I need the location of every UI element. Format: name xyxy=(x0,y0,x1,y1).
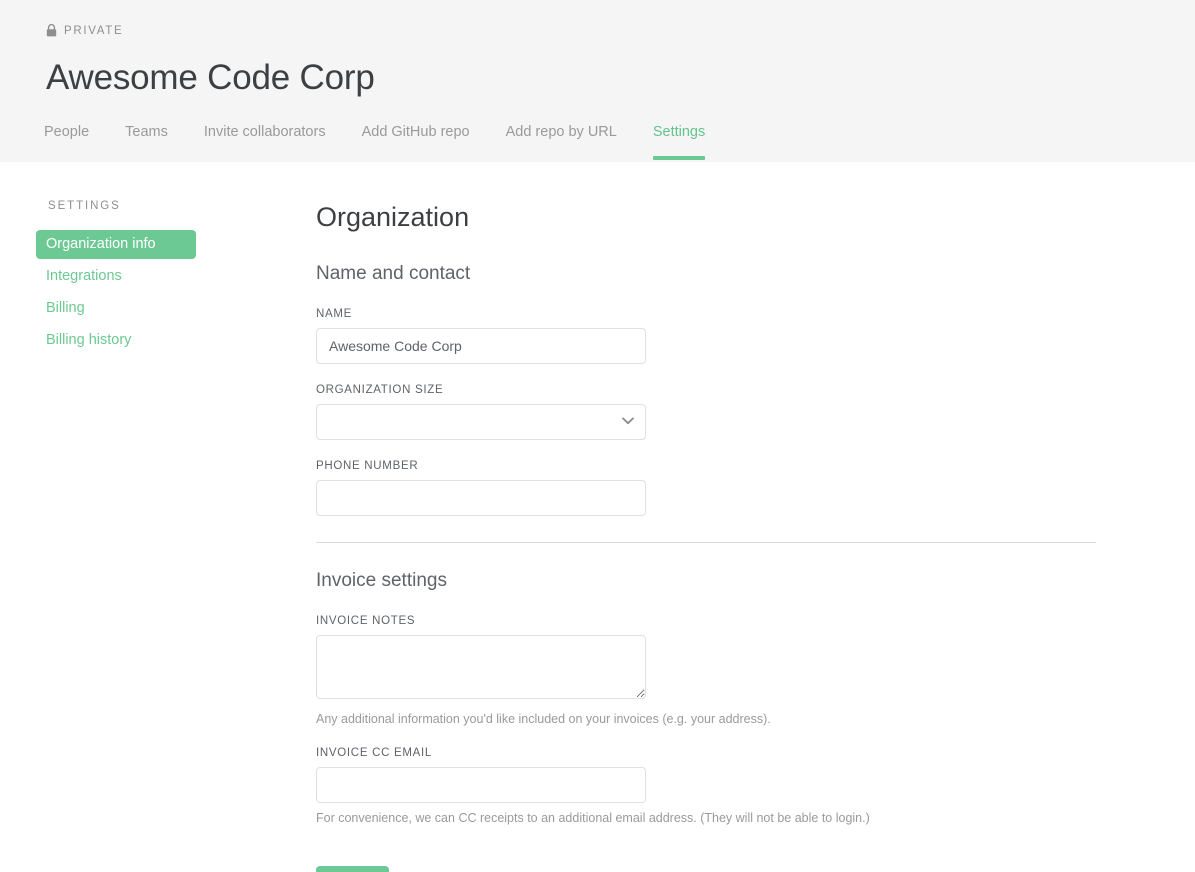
invoice-cc-email-input[interactable] xyxy=(316,767,646,803)
sidebar-item-billing[interactable]: Billing xyxy=(36,294,196,323)
field-phone-number: PHONE NUMBER xyxy=(316,460,1106,516)
page-header: PRIVATE Awesome Code Corp People Teams I… xyxy=(0,0,1195,162)
field-invoice-notes: INVOICE NOTES Any additional information… xyxy=(316,615,1106,727)
page-title: Awesome Code Corp xyxy=(46,58,375,97)
main-tabs: People Teams Invite collaborators Add Gi… xyxy=(44,120,706,160)
organization-size-label: ORGANIZATION SIZE xyxy=(316,384,444,396)
sidebar-item-billing-history[interactable]: Billing history xyxy=(36,326,196,355)
subsection-heading-invoice-settings: Invoice settings xyxy=(316,570,447,591)
organization-size-select[interactable] xyxy=(316,404,646,440)
field-name: NAME xyxy=(316,308,1106,364)
tab-add-github-repo[interactable]: Add GitHub repo xyxy=(362,120,470,160)
section-name-and-contact: Name and contact NAME ORGANIZATION SIZE … xyxy=(316,262,1106,516)
save-button[interactable]: Save xyxy=(316,866,390,872)
settings-sidebar: SETTINGS Organization info Integrations … xyxy=(36,200,276,358)
name-label: NAME xyxy=(316,308,353,320)
sidebar-heading: SETTINGS xyxy=(48,200,121,212)
sidebar-nav: Organization info Integrations Billing B… xyxy=(36,230,276,355)
sidebar-item-organization-info[interactable]: Organization info xyxy=(36,230,196,259)
field-invoice-cc-email: INVOICE CC EMAIL For convenience, we can… xyxy=(316,747,1106,826)
invoice-cc-email-hint: For convenience, we can CC receipts to a… xyxy=(316,811,870,825)
tab-people[interactable]: People xyxy=(44,120,89,160)
phone-number-input[interactable] xyxy=(316,480,646,516)
lock-icon xyxy=(46,24,57,37)
section-title-organization: Organization xyxy=(316,202,470,232)
invoice-cc-email-label: INVOICE CC EMAIL xyxy=(316,747,432,759)
section-divider xyxy=(316,542,1096,543)
visibility-badge-label: PRIVATE xyxy=(64,24,124,37)
field-organization-size: ORGANIZATION SIZE xyxy=(316,384,1106,440)
settings-main: Organization Name and contact NAME ORGAN… xyxy=(316,200,1106,872)
tab-invite-collaborators[interactable]: Invite collaborators xyxy=(204,120,326,160)
invoice-notes-label: INVOICE NOTES xyxy=(316,615,416,627)
organization-size-select-wrap xyxy=(316,404,646,440)
phone-number-label: PHONE NUMBER xyxy=(316,460,419,472)
tab-settings[interactable]: Settings xyxy=(652,120,706,160)
sidebar-item-integrations[interactable]: Integrations xyxy=(36,262,196,291)
invoice-notes-hint: Any additional information you'd like in… xyxy=(316,712,771,726)
settings-page: PRIVATE Awesome Code Corp People Teams I… xyxy=(0,0,1195,872)
invoice-notes-textarea[interactable] xyxy=(316,635,646,699)
section-invoice-settings: Invoice settings INVOICE NOTES Any addit… xyxy=(316,569,1106,872)
subsection-heading-name-contact: Name and contact xyxy=(316,263,471,284)
visibility-badge: PRIVATE xyxy=(46,24,123,37)
tab-teams[interactable]: Teams xyxy=(125,120,168,160)
tab-add-repo-by-url[interactable]: Add repo by URL xyxy=(506,120,617,160)
name-input[interactable] xyxy=(316,328,646,364)
